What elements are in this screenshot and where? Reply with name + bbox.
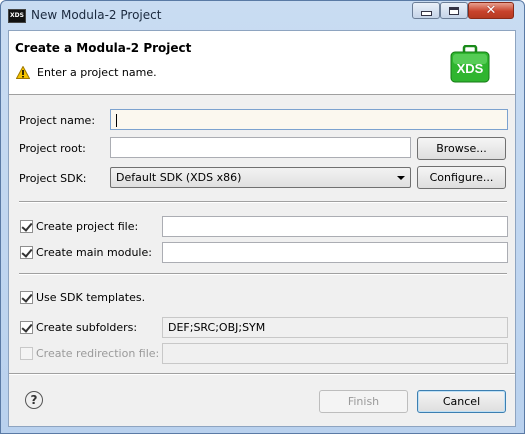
project-sdk-select[interactable]: Default SDK (XDS x86) xyxy=(110,167,411,188)
dialog-content: Create a Modula-2 Project Enter a projec… xyxy=(8,30,516,427)
subfolders-field[interactable]: DEF;SRC;OBJ;SYM xyxy=(162,317,508,338)
project-name-label: Project name: xyxy=(19,114,96,127)
main-module-label: Create main module: xyxy=(36,246,152,259)
logo-text: XDS xyxy=(457,61,484,76)
redirection-file-label: Create redirection file: xyxy=(36,347,160,360)
project-name-field[interactable] xyxy=(110,109,508,130)
separator xyxy=(19,273,507,275)
cancel-button[interactable]: Cancel xyxy=(417,390,506,413)
app-icon: XDS xyxy=(8,9,26,23)
finish-button[interactable]: Finish xyxy=(319,390,408,413)
subfolders-label: Create subfolders: xyxy=(36,321,138,334)
maximize-button[interactable] xyxy=(440,2,468,19)
project-root-label: Project root: xyxy=(19,142,86,155)
wizard-title: Create a Modula-2 Project xyxy=(15,41,192,55)
close-icon: ✕ xyxy=(485,3,497,18)
window-title: New Modula-2 Project xyxy=(31,8,162,22)
main-module-checkbox[interactable] xyxy=(20,246,33,259)
xds-logo-icon: XDS xyxy=(450,45,490,83)
wizard-message: Enter a project name. xyxy=(37,66,157,79)
subfolders-checkbox[interactable] xyxy=(20,321,33,334)
wizard-header: Create a Modula-2 Project Enter a projec… xyxy=(9,31,515,95)
project-sdk-label: Project SDK: xyxy=(19,172,87,185)
dialog-window: XDS New Modula-2 Project ✕ Create a Modu… xyxy=(0,0,525,434)
browse-button[interactable]: Browse... xyxy=(417,137,506,160)
main-module-field[interactable] xyxy=(162,242,508,263)
project-root-field[interactable] xyxy=(110,137,411,158)
maximize-icon xyxy=(449,6,459,15)
footer-separator xyxy=(9,373,515,375)
redirection-file-field[interactable] xyxy=(162,343,508,364)
project-sdk-selected: Default SDK (XDS x86) xyxy=(116,171,242,184)
project-file-label: Create project file: xyxy=(36,220,139,233)
redirection-file-checkbox[interactable] xyxy=(20,347,33,360)
warning-icon xyxy=(16,66,30,79)
minimize-button[interactable] xyxy=(412,2,440,19)
project-file-checkbox[interactable] xyxy=(20,220,33,233)
configure-button[interactable]: Configure... xyxy=(417,166,506,189)
sdk-templates-checkbox[interactable] xyxy=(20,291,33,304)
minimize-icon xyxy=(420,11,432,16)
project-file-field[interactable] xyxy=(162,216,508,237)
text-caret xyxy=(116,113,117,127)
title-bar[interactable]: XDS New Modula-2 Project ✕ xyxy=(1,1,524,29)
sdk-templates-label: Use SDK templates. xyxy=(36,291,146,304)
help-icon[interactable]: ? xyxy=(25,391,43,409)
chevron-down-icon xyxy=(397,176,405,180)
separator xyxy=(19,201,507,203)
close-button[interactable]: ✕ xyxy=(468,2,514,19)
